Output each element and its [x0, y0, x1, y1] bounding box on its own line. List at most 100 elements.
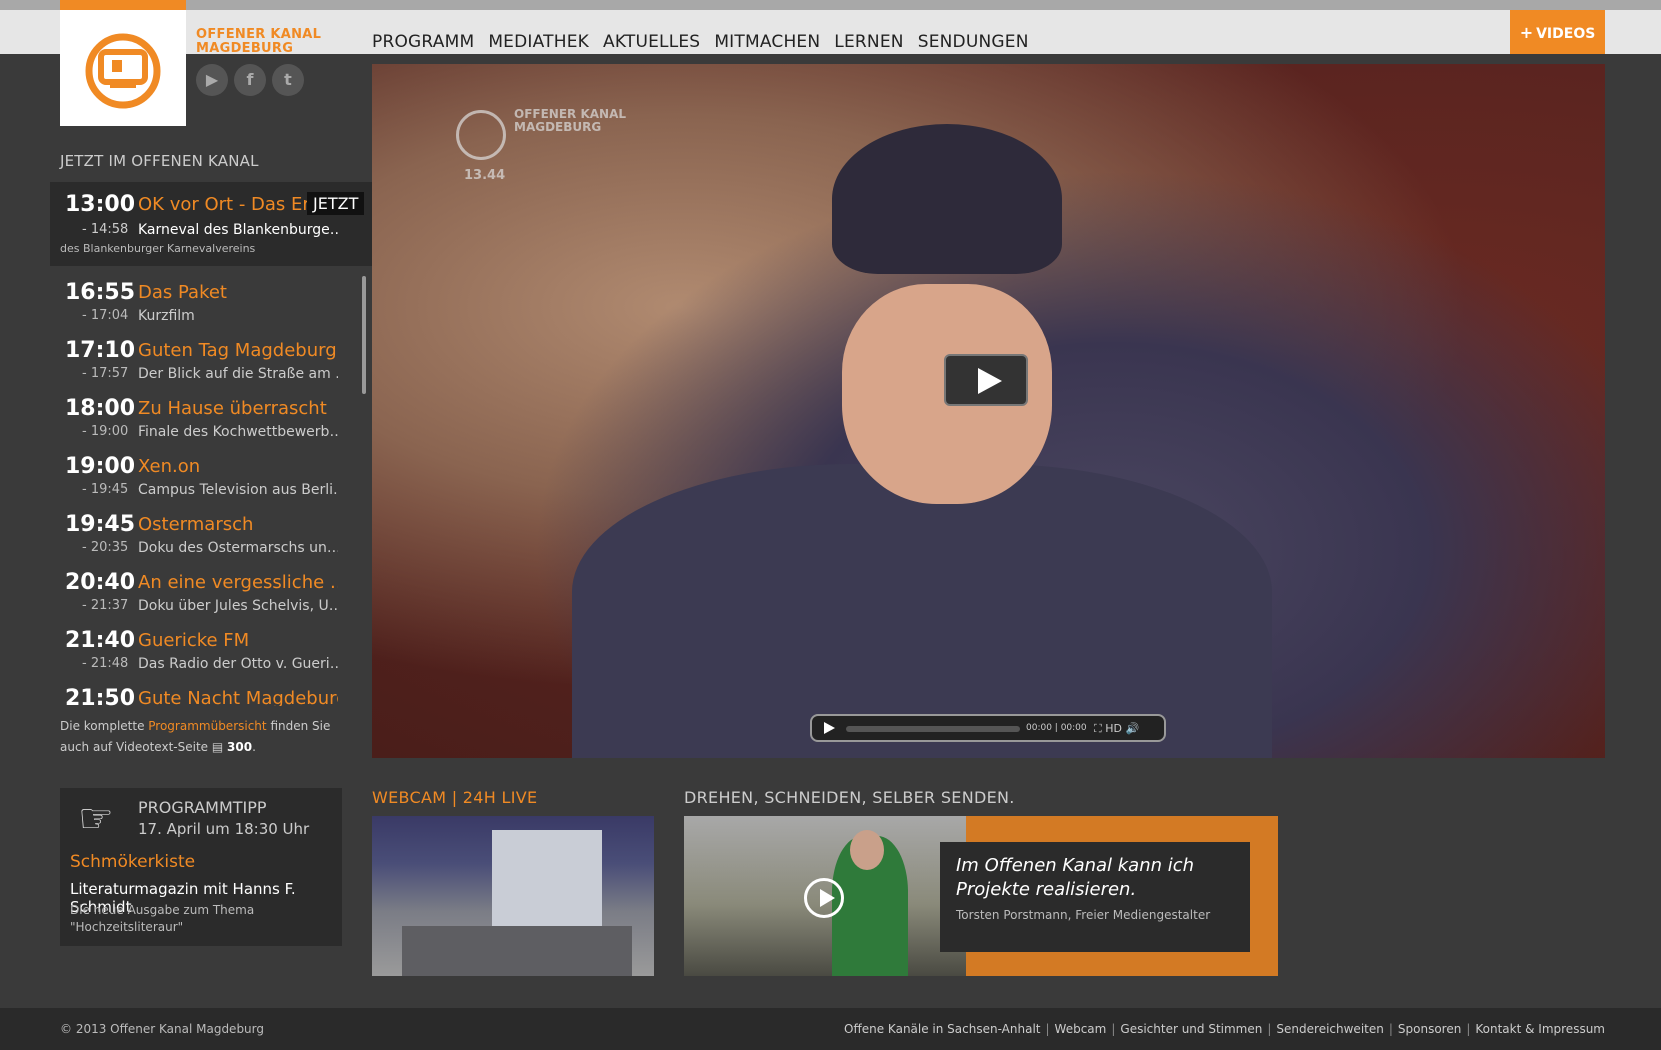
webcam-road [402, 926, 632, 976]
schedule-end: - 19:45 [82, 482, 129, 497]
schedule-start: 21:40 [65, 628, 136, 653]
footer-link-gesichter[interactable]: Gesichter und Stimmen [1120, 1022, 1262, 1036]
play-icon[interactable]: ▶ [196, 64, 228, 96]
webcam-thumbnail[interactable] [372, 816, 654, 976]
schedule-item[interactable]: 16:55 Das Paket - 17:04 Kurzfilm [50, 276, 372, 334]
nav-item-aktuelles[interactable]: AKTUELLES [603, 32, 700, 52]
video-player[interactable]: OFFENER KANAL MAGDEBURG 13.44 00:00 | 00… [372, 64, 1605, 758]
progress-bar[interactable] [846, 726, 1020, 732]
schedule-end: - 17:57 [82, 366, 129, 381]
footer-link-sendereichweiten[interactable]: Sendereichweiten [1276, 1022, 1383, 1036]
schedule-item[interactable]: 17:10 Guten Tag Magdeburg - 17:57 Der Blick… [50, 334, 372, 392]
volume-icon[interactable]: 🔊 [1122, 722, 1139, 735]
tip-heading: PROGRAMMTIPP [138, 798, 267, 817]
footer-link-sponsoren[interactable]: Sponsoren [1398, 1022, 1461, 1036]
facebook-icon[interactable]: f [234, 64, 266, 96]
current-description: des Blankenburger Karnevalvereins [60, 242, 256, 255]
schedule-title: Ostermarsch [138, 514, 254, 535]
channel-watermark-icon [456, 110, 506, 160]
schedule-subtitle: Finale des Kochwettbewerb… [138, 424, 338, 440]
brand-name[interactable]: OFFENER KANAL MAGDEBURG [196, 28, 321, 56]
now-on-air-heading: JETZT IM OFFENEN KANAL [60, 152, 259, 170]
quote-text: Im Offenen Kanal kann ich Projekte reali… [956, 855, 1195, 900]
time-display: 00:00 | 00:00 [1026, 723, 1087, 733]
hd-label[interactable]: HD [1105, 722, 1122, 735]
teletext-page: 300 [227, 740, 253, 754]
footer-links: Offene Kanäle in Sachsen-Anhalt | Webcam | G… [844, 1022, 1605, 1036]
schedule-title: Xen.on [138, 456, 201, 477]
teletext-pre: Die komplette [60, 719, 149, 733]
schedule-start: 19:45 [65, 512, 136, 537]
quote-author: Torsten Porstmann, Freier Mediengestalte… [956, 908, 1211, 922]
schedule-item[interactable]: 20:40 An eine vergessliche … - 21:37 Doku ü… [50, 566, 372, 624]
footer: © 2013 Offener Kanal Magdeburg Offene Ka… [0, 1008, 1661, 1050]
tip-description: Die neue Ausgabe zum Thema "Hochzeitslit… [70, 903, 255, 934]
player-extra-controls[interactable]: ⛶ HD 🔊 [1094, 722, 1139, 736]
schedule-subtitle: Der Blick auf die Straße am … [138, 366, 338, 382]
teletext-note: Die komplette Programmübersicht finden S… [60, 716, 350, 758]
schedule-title: Guten Tag Magdeburg [138, 340, 337, 361]
schedule-title: An eine vergessliche … [138, 572, 338, 593]
schedule-subtitle: Doku über Jules Schelvis, Ü… [138, 598, 338, 614]
teletext-icon: ▤ [211, 740, 228, 754]
schedule-subtitle: Doku des Ostermarschs un… [138, 540, 338, 556]
current-subtitle: Karneval des Blankenburge… [138, 222, 338, 238]
videos-button[interactable]: + VIDEOS [1510, 10, 1605, 54]
schedule-title: Gute Nacht Magdeburg [138, 688, 338, 706]
footer-link-offene-kanaele[interactable]: Offene Kanäle in Sachsen-Anhalt [844, 1022, 1040, 1036]
current-program[interactable]: 13:00 OK vor Ort - Das Er… JETZT - 14:58… [50, 182, 372, 266]
pointing-hand-icon: ☞ [78, 796, 114, 842]
schedule-start: 21:50 [65, 686, 136, 706]
main-nav: PROGRAMM MEDIATHEK AKTUELLES MITMACHEN L… [372, 32, 1029, 52]
schedule-start: 20:40 [65, 570, 136, 595]
tip-date: 17. April um 18:30 Uhr [138, 820, 310, 838]
player-controls: 00:00 | 00:00 ⛶ HD 🔊 [810, 714, 1166, 742]
separator: | [1045, 1022, 1050, 1036]
nav-item-mitmachen[interactable]: MITMACHEN [714, 32, 820, 52]
site-logo[interactable] [60, 0, 186, 126]
nav-item-mediathek[interactable]: MEDIATHEK [488, 32, 589, 52]
copyright: © 2013 Offener Kanal Magdeburg [60, 1022, 265, 1036]
testimonial-teaser[interactable]: Im Offenen Kanal kann ich Projekte reali… [684, 816, 1278, 976]
nav-item-lernen[interactable]: LERNEN [834, 32, 903, 52]
nav-item-programm[interactable]: PROGRAMM [372, 32, 474, 52]
now-badge: JETZT [307, 192, 365, 215]
webcam-heading[interactable]: WEBCAM | 24H LIVE [372, 788, 537, 807]
schedule-item[interactable]: 19:00 Xen.on - 19:45 Campus Television aus … [50, 450, 372, 508]
play-circle-icon[interactable] [804, 878, 844, 918]
diy-heading: DREHEN, SCHNEIDEN, SELBER SENDEN. [684, 788, 1015, 807]
program-tip[interactable]: ☞ PROGRAMMTIPP 17. April um 18:30 Uhr Sc… [60, 788, 342, 946]
social-links: ▶ f t [196, 64, 304, 96]
videos-button-label: VIDEOS [1536, 26, 1596, 42]
video-frame-cap [832, 124, 1062, 274]
schedule-subtitle: Kurzfilm [138, 308, 195, 324]
teletext-post: . [252, 740, 256, 754]
nav-item-sendungen[interactable]: SENDUNGEN [918, 32, 1029, 52]
schedule-item[interactable]: 21:50 Gute Nacht Magdeburg [50, 682, 372, 706]
testimonial-video-thumbnail[interactable] [684, 816, 966, 976]
program-overview-link[interactable]: Programmübersicht [148, 719, 266, 733]
separator: | [1267, 1022, 1272, 1036]
brand-line-1: OFFENER KANAL [196, 27, 322, 42]
schedule-end: - 20:35 [82, 540, 129, 555]
testimonial-person-head [850, 830, 884, 870]
separator: | [1388, 1022, 1393, 1036]
channel-watermark-time: 13.44 [464, 168, 506, 183]
schedule-item[interactable]: 21:40 Guericke FM - 21:48 Das Radio der Ott… [50, 624, 372, 682]
footer-link-webcam[interactable]: Webcam [1055, 1022, 1107, 1036]
footer-link-kontakt[interactable]: Kontakt & Impressum [1475, 1022, 1605, 1036]
play-button[interactable] [944, 354, 1028, 406]
top-navigation-bar: OFFENER KANAL MAGDEBURG PROGRAMM MEDIATH… [0, 10, 1661, 56]
twitter-icon[interactable]: t [272, 64, 304, 96]
schedule-item[interactable]: 19:45 Ostermarsch - 20:35 Doku des Ostermar… [50, 508, 372, 566]
tip-title[interactable]: Schmökerkiste [70, 852, 195, 872]
schedule-title: Guericke FM [138, 630, 250, 651]
schedule-end: - 17:04 [82, 308, 129, 323]
schedule-scrollbar[interactable] [362, 276, 366, 394]
fullscreen-icon[interactable]: ⛶ [1094, 722, 1105, 735]
schedule-item[interactable]: 18:00 Zu Hause überrascht - 19:00 Finale de… [50, 392, 372, 450]
schedule-start: 18:00 [65, 396, 136, 421]
play-icon[interactable] [824, 722, 835, 734]
tv-logo-icon [85, 33, 161, 109]
channel-watermark-text: OFFENER KANAL MAGDEBURG [514, 108, 626, 134]
